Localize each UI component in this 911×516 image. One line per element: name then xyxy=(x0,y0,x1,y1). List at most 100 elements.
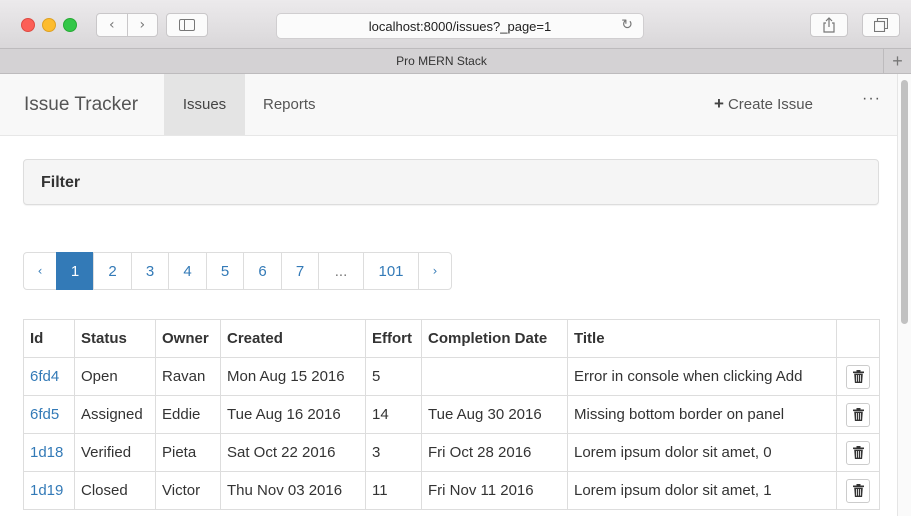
table-header: Id Status Owner Created Effort Completio… xyxy=(23,319,880,358)
cell-actions xyxy=(836,471,880,510)
issue-id-link[interactable]: 1d18 xyxy=(30,444,63,461)
issue-id-link[interactable]: 6fd4 xyxy=(30,368,59,385)
cell-effort: 14 xyxy=(365,395,422,434)
close-window-button[interactable] xyxy=(21,18,35,32)
back-icon[interactable]: ‹ xyxy=(97,17,127,33)
history-nav-group: ‹ › xyxy=(96,13,158,37)
table-row: 6fd5 Assigned Eddie Tue Aug 16 2016 14 T… xyxy=(23,395,880,434)
header-status: Status xyxy=(74,319,156,358)
filter-title[interactable]: Filter xyxy=(41,174,80,192)
issue-id-link[interactable]: 1d19 xyxy=(30,482,63,499)
cell-id: 6fd5 xyxy=(23,395,75,434)
header-id: Id xyxy=(23,319,75,358)
page-link-1[interactable]: 1 xyxy=(56,252,94,290)
delete-issue-button[interactable] xyxy=(846,478,870,503)
cell-title: Lorem ipsum dolor sit amet, 1 xyxy=(567,471,837,510)
trash-icon xyxy=(852,484,864,497)
cell-created: Thu Nov 03 2016 xyxy=(220,471,366,510)
nav-issues[interactable]: Issues xyxy=(164,74,245,135)
page-link-2[interactable]: 2 xyxy=(93,252,132,290)
create-issue-button[interactable]: + Create Issue xyxy=(714,94,813,114)
issue-id-link[interactable]: 6fd5 xyxy=(30,406,59,423)
cell-actions xyxy=(836,357,880,396)
cell-status: Closed xyxy=(74,471,156,510)
trash-icon xyxy=(852,370,864,383)
share-button[interactable] xyxy=(810,13,848,37)
delete-issue-button[interactable] xyxy=(846,402,870,427)
page-link-4[interactable]: 4 xyxy=(168,252,207,290)
more-icon[interactable]: ··· xyxy=(862,90,881,108)
page-link-6[interactable]: 6 xyxy=(243,252,282,290)
cell-title: Lorem ipsum dolor sit amet, 0 xyxy=(567,433,837,472)
header-actions xyxy=(836,319,880,358)
cell-created: Tue Aug 16 2016 xyxy=(220,395,366,434)
table-row: 1d18 Verified Pieta Sat Oct 22 2016 3 Fr… xyxy=(23,433,880,472)
share-icon xyxy=(823,17,835,33)
cell-status: Open xyxy=(74,357,156,396)
delete-issue-button[interactable] xyxy=(846,364,870,389)
tab-bar: Pro MERN Stack + xyxy=(0,48,911,74)
page-link-7[interactable]: 7 xyxy=(281,252,319,290)
cell-status: Verified xyxy=(74,433,156,472)
cell-id: 1d19 xyxy=(23,471,75,510)
header-created: Created xyxy=(220,319,366,358)
header-title: Title xyxy=(567,319,837,358)
app-navbar: Issue Tracker Issues Reports + Create Iss… xyxy=(0,74,897,136)
cell-completion-date: Tue Aug 30 2016 xyxy=(421,395,568,434)
cell-created: Sat Oct 22 2016 xyxy=(220,433,366,472)
table-row: 1d19 Closed Victor Thu Nov 03 2016 11 Fr… xyxy=(23,471,880,510)
trash-icon xyxy=(852,408,864,421)
cell-title: Error in console when clicking Add xyxy=(567,357,837,396)
cell-effort: 11 xyxy=(365,471,422,510)
page-ellipsis: ... xyxy=(318,252,364,290)
table-row: 6fd4 Open Ravan Mon Aug 15 2016 5 Error … xyxy=(23,357,880,396)
cell-effort: 5 xyxy=(365,357,422,396)
page-link-101[interactable]: 101 xyxy=(363,252,419,290)
delete-issue-button[interactable] xyxy=(846,440,870,465)
address-url[interactable]: localhost:8000/issues?_page=1 xyxy=(277,19,643,34)
zoom-window-button[interactable] xyxy=(63,18,77,32)
cell-completion-date: Fri Oct 28 2016 xyxy=(421,433,568,472)
cell-owner: Pieta xyxy=(155,433,221,472)
cell-id: 1d18 xyxy=(23,433,75,472)
page-link-5[interactable]: 5 xyxy=(206,252,244,290)
trash-icon xyxy=(852,446,864,459)
pagination-next[interactable]: › xyxy=(418,252,452,290)
plus-icon: + xyxy=(714,94,724,113)
pagination: ‹ 1 2 3 4 5 6 7 ... 101 › xyxy=(23,252,452,290)
minimize-window-button[interactable] xyxy=(42,18,56,32)
cell-created: Mon Aug 15 2016 xyxy=(220,357,366,396)
table-header-row: Id Status Owner Created Effort Completio… xyxy=(23,319,880,358)
tab-title[interactable]: Pro MERN Stack xyxy=(0,54,883,68)
create-issue-label: Create Issue xyxy=(727,96,813,113)
cell-owner: Victor xyxy=(155,471,221,510)
sidebar-toggle-button[interactable] xyxy=(166,13,208,37)
cell-title: Missing bottom border on panel xyxy=(567,395,837,434)
header-completion-date: Completion Date xyxy=(421,319,568,358)
cell-completion-date xyxy=(421,357,568,396)
header-effort: Effort xyxy=(365,319,422,358)
browser-window: ‹ › localhost:8000/issues?_page=1 ↻ Pro … xyxy=(0,0,911,516)
cell-effort: 3 xyxy=(365,433,422,472)
show-tabs-button[interactable] xyxy=(862,13,900,37)
brand-title[interactable]: Issue Tracker xyxy=(24,94,138,116)
issue-table: Id Status Owner Created Effort Completio… xyxy=(23,319,880,510)
scrollbar-thumb[interactable] xyxy=(901,80,908,324)
sidebar-icon xyxy=(179,19,195,31)
page-scrollbar[interactable] xyxy=(897,74,911,516)
pagination-prev[interactable]: ‹ xyxy=(23,252,57,290)
nav-reports[interactable]: Reports xyxy=(245,74,334,135)
cell-actions xyxy=(836,433,880,472)
new-tab-button[interactable]: + xyxy=(883,49,911,73)
cell-id: 6fd4 xyxy=(23,357,75,396)
address-bar[interactable]: localhost:8000/issues?_page=1 ↻ xyxy=(276,13,644,39)
cell-completion-date: Fri Nov 11 2016 xyxy=(421,471,568,510)
filter-panel[interactable]: Filter xyxy=(23,159,879,205)
reload-icon[interactable]: ↻ xyxy=(621,17,633,33)
page-link-3[interactable]: 3 xyxy=(131,252,169,290)
forward-icon[interactable]: › xyxy=(128,17,158,33)
browser-toolbar: ‹ › localhost:8000/issues?_page=1 ↻ xyxy=(0,0,911,48)
cell-owner: Eddie xyxy=(155,395,221,434)
table-body: 6fd4 Open Ravan Mon Aug 15 2016 5 Error … xyxy=(23,357,880,510)
tabs-icon xyxy=(874,18,888,32)
